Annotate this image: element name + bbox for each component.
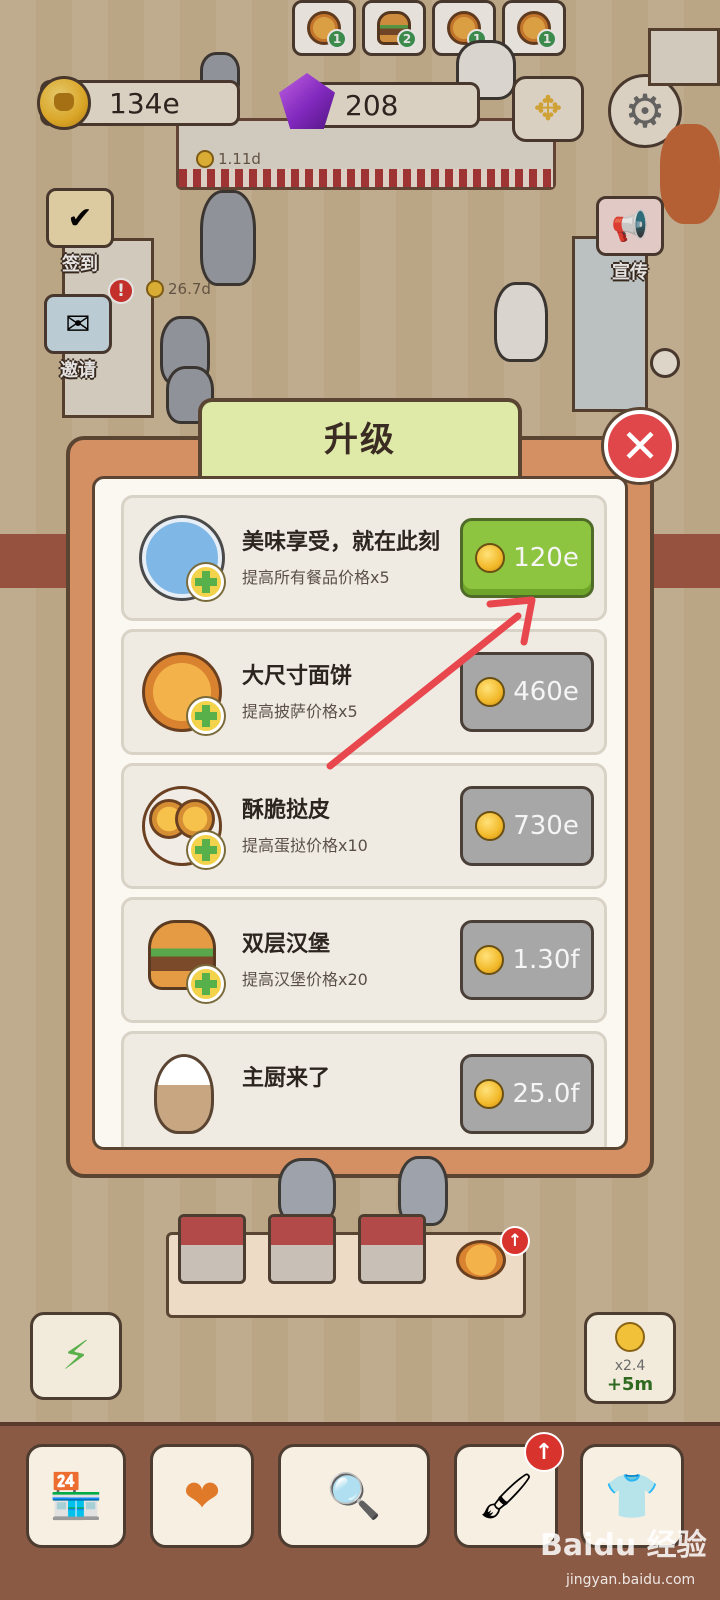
paint-roller-icon: 🖌 — [478, 1471, 534, 1522]
oven[interactable] — [358, 1214, 426, 1284]
upgrade-arrow-badge[interactable]: ↑ — [500, 1226, 530, 1256]
upgrade-arrow-badge: ↑ — [524, 1432, 564, 1472]
oven[interactable] — [268, 1214, 336, 1284]
watermark-url: jingyan.baidu.com — [566, 1572, 696, 1588]
watermark-logo: Baidu 经验 — [540, 1528, 707, 1563]
oven[interactable] — [178, 1214, 246, 1284]
nav-shop-button[interactable]: 🏪 — [26, 1444, 126, 1548]
coin-up-icon — [615, 1321, 645, 1352]
nav-cats-button[interactable]: ❤ — [150, 1444, 254, 1548]
income-multiplier: x2.4 — [614, 1357, 646, 1374]
pizza-icon — [456, 1240, 506, 1280]
lightning-pizza-icon: ⚡ — [61, 1333, 91, 1379]
speed-boost-button[interactable]: ⚡ — [30, 1312, 122, 1400]
shop-icon: 🏪 — [48, 1471, 104, 1522]
nav-news-button[interactable]: 🔍 — [278, 1444, 430, 1548]
income-duration: +5m — [606, 1373, 654, 1395]
newspaper-search-icon: 🔍 — [326, 1471, 382, 1522]
tshirt-icon: 👕 — [604, 1471, 660, 1522]
income-boost-button[interactable]: x2.4 +5m — [584, 1312, 676, 1404]
paw-heart-icon: ❤ — [183, 1470, 221, 1522]
arrow-shaft — [326, 612, 522, 770]
